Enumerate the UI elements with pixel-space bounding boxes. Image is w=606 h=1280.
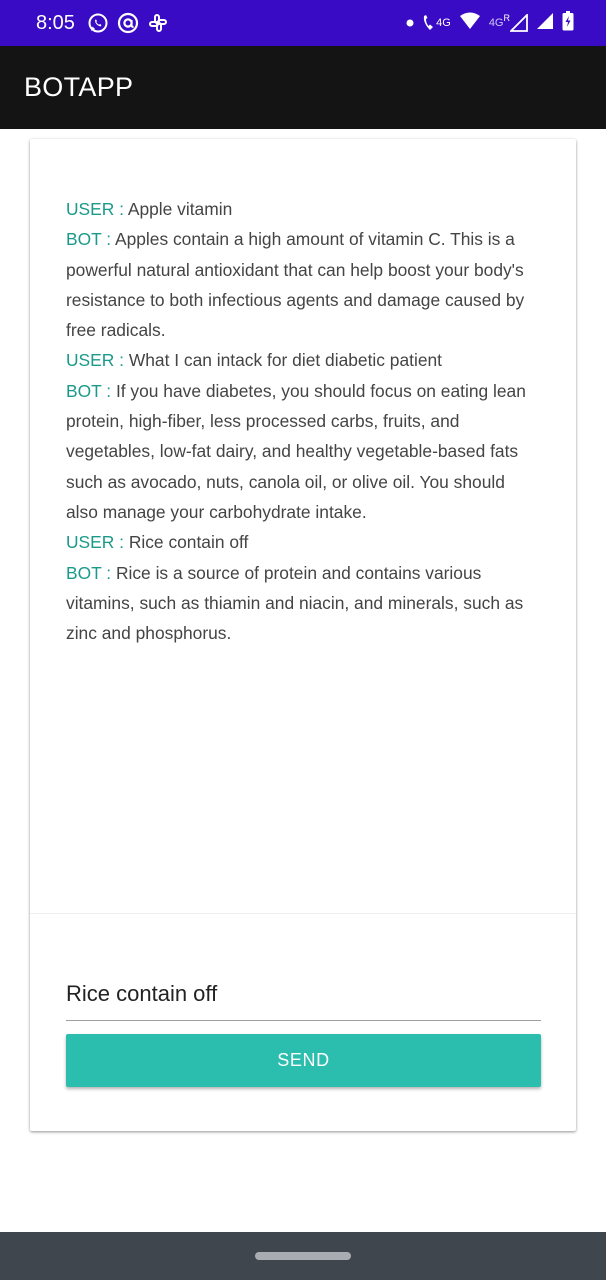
message-input[interactable]: [66, 967, 541, 1021]
speaker-label: BOT :: [66, 562, 112, 583]
app-bar: BOTAPP: [0, 46, 606, 129]
speaker-label: USER :: [66, 532, 124, 553]
send-button[interactable]: SEND: [66, 1034, 541, 1087]
message-text: What I can intack for diet diabetic pati…: [123, 350, 443, 371]
chat-card: USER : Apple vitamin BOT : Apples contai…: [30, 139, 576, 1131]
battery-icon: [562, 10, 574, 36]
divider: [30, 913, 576, 914]
slack-icon: [147, 12, 169, 34]
status-bar: 8:05 4G 4G R: [0, 0, 606, 46]
status-time: 8:05: [36, 11, 75, 34]
speaker-label: USER :: [66, 350, 124, 371]
signal-roaming-icon: 4G R: [488, 13, 528, 32]
chat-message-user: USER : Rice contain off: [66, 527, 541, 557]
speaker-label: BOT :: [66, 229, 112, 250]
message-text: Apples contain a high amount of vitamin …: [66, 229, 525, 341]
chat-message-bot: BOT : Rice is a source of protein and co…: [66, 558, 541, 649]
message-text: If you have diabetes, you should focus o…: [66, 380, 526, 522]
network-label-2: 4G: [488, 17, 504, 29]
message-text: Rice is a source of protein and contains…: [66, 562, 524, 644]
home-gesture-handle[interactable]: [255, 1252, 351, 1260]
app-title: BOTAPP: [24, 72, 134, 102]
speaker-label: BOT :: [66, 380, 112, 401]
chat-log: USER : Apple vitamin BOT : Apples contai…: [66, 194, 541, 648]
chat-message-bot: BOT : Apples contain a high amount of vi…: [66, 224, 541, 345]
network-label-1: 4G: [436, 17, 451, 29]
message-text: Rice contain off: [123, 532, 249, 553]
notification-dot-icon: [406, 14, 414, 32]
at-sign-icon: [117, 12, 139, 34]
chat-message-user: USER : Apple vitamin: [66, 194, 541, 224]
navigation-bar: [0, 1232, 606, 1280]
wifi-icon: [459, 12, 481, 35]
message-text: Apple vitamin: [123, 199, 233, 219]
chat-message-bot: BOT : If you have diabetes, you should f…: [66, 376, 541, 527]
whatsapp-icon: [87, 12, 109, 34]
volte-call-icon: 4G: [422, 14, 451, 32]
chat-message-user: USER : What I can intack for diet diabet…: [66, 345, 541, 375]
signal-icon: [536, 12, 554, 35]
status-right-icons: 4G 4G R: [406, 0, 574, 46]
speaker-label: USER :: [66, 199, 124, 219]
